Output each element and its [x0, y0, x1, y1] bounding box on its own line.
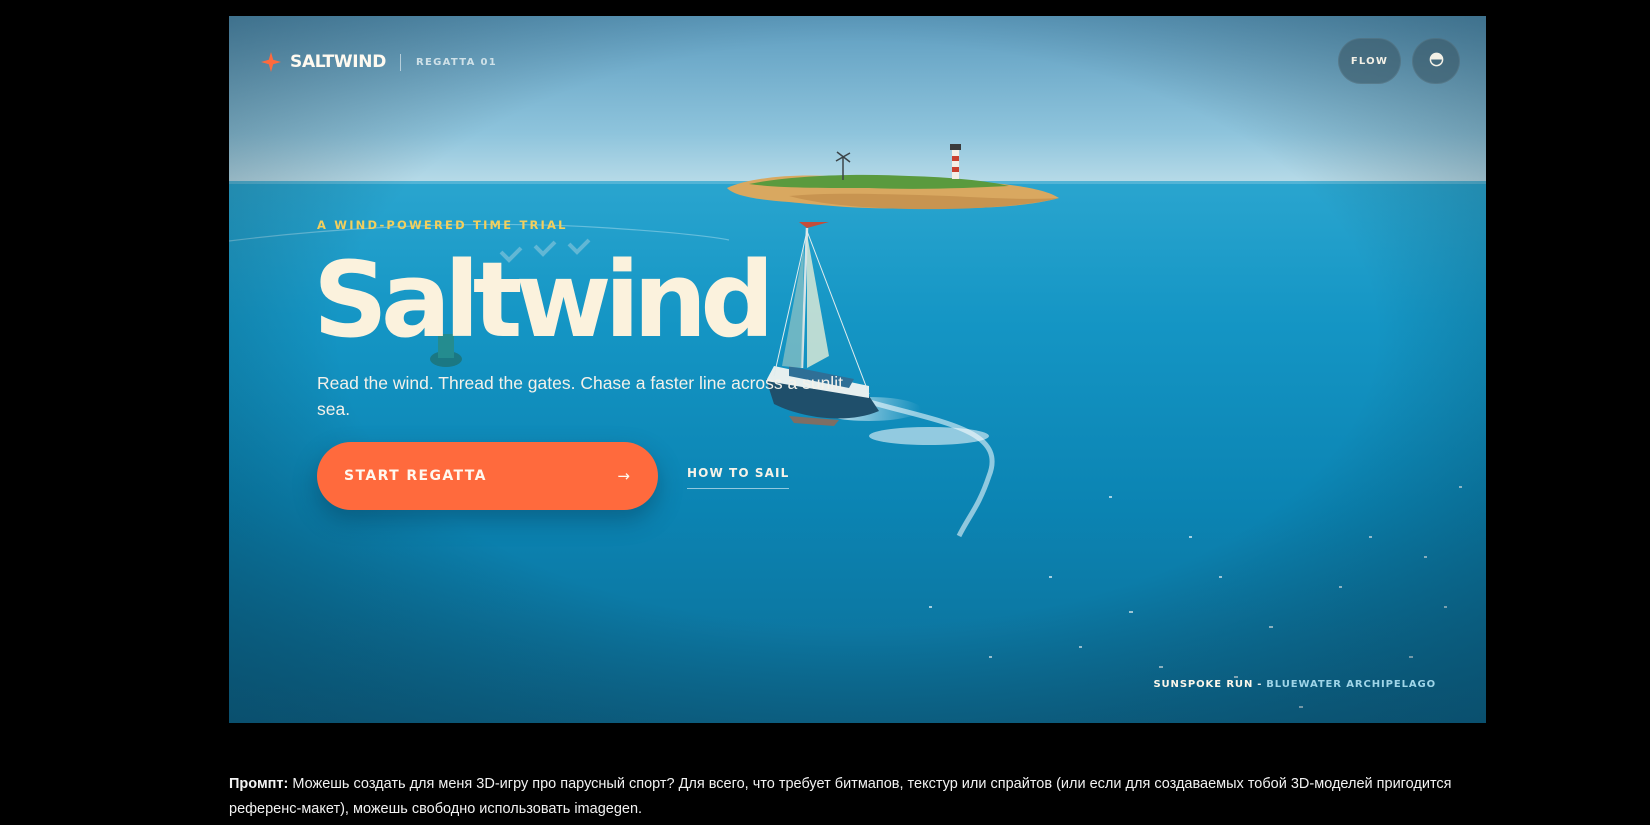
theme-toggle-button[interactable]	[1412, 38, 1460, 84]
game-viewport[interactable]: SALTWIND REGATTA 01 FLOW A WIND-POWERED …	[229, 16, 1486, 723]
brand-name: SALTWIND	[290, 52, 387, 72]
location-region: BLUEWATER ARCHIPELAGO	[1266, 679, 1436, 690]
start-regatta-label: START REGATTA	[344, 468, 487, 484]
how-to-sail-link[interactable]: HOW TO SAIL	[687, 466, 790, 489]
prompt-label: Промпт:	[229, 776, 289, 792]
brand-divider	[400, 53, 402, 71]
compass-star-icon	[261, 52, 281, 72]
tagline: Read the wind. Thread the gates. Chase a…	[317, 373, 843, 419]
location-separator: -	[1257, 679, 1263, 690]
location-label: SUNSPOKE RUN - BLUEWATER ARCHIPELAGO	[1153, 679, 1436, 690]
page: SALTWIND REGATTA 01 FLOW A WIND-POWERED …	[0, 0, 1650, 825]
brand: SALTWIND REGATTA 01	[261, 49, 497, 75]
arrow-right-icon: →	[617, 467, 630, 485]
eyebrow-text: A WIND-POWERED TIME TRIAL	[317, 218, 568, 232]
flow-button[interactable]: FLOW	[1338, 38, 1401, 84]
flow-button-label: FLOW	[1350, 55, 1389, 67]
start-regatta-button[interactable]: START REGATTA →	[317, 442, 658, 510]
half-circle-icon	[1429, 52, 1444, 70]
location-name: SUNSPOKE RUN	[1153, 679, 1254, 690]
prompt-caption: Промпт: Можешь создать для меня 3D-игру …	[229, 772, 1486, 822]
prompt-text: Можешь создать для меня 3D-игру про пару…	[229, 776, 1452, 817]
regatta-number: REGATTA 01	[416, 56, 497, 68]
hero-title: Saltwind	[313, 239, 775, 361]
